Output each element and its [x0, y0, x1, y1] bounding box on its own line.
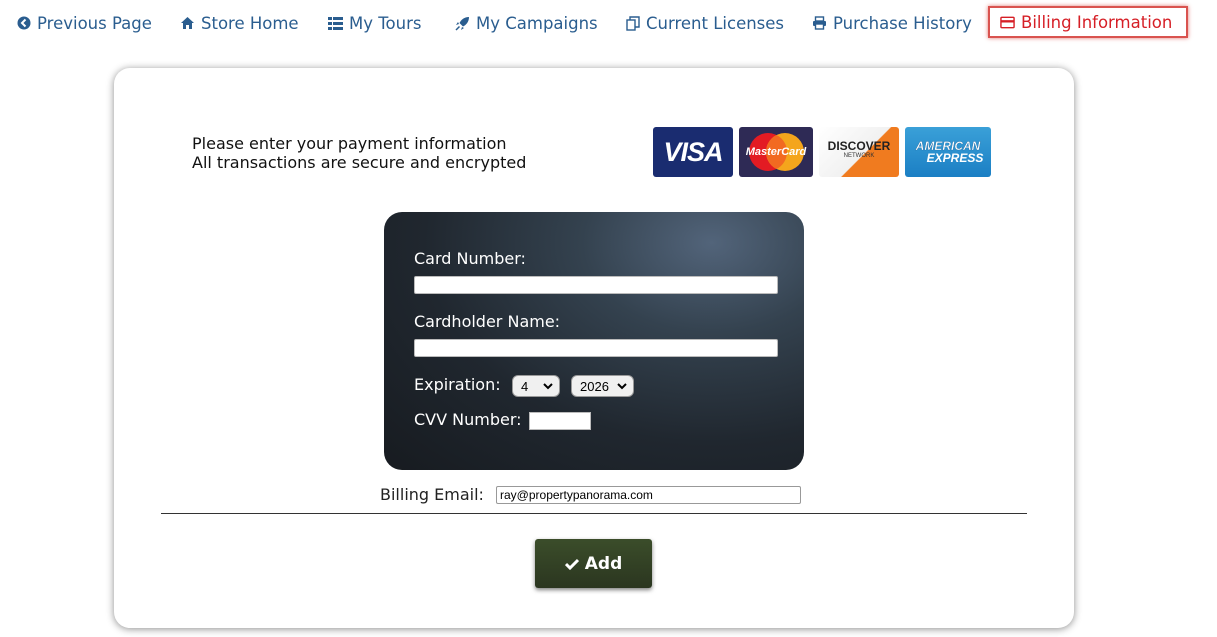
nav-my-campaigns-label: My Campaigns — [476, 13, 598, 33]
printer-icon — [812, 16, 827, 31]
discover-logo: DISCOVER NETWORK — [819, 127, 899, 177]
expiration-month-select[interactable]: 4 — [512, 375, 560, 397]
expiration-year-select[interactable]: 2026 — [571, 375, 634, 397]
circle-arrow-left-icon — [16, 16, 31, 31]
card-logos: VISA MasterCard DISCOVER NETWORK AMERICA… — [653, 127, 991, 177]
payment-subheading: All transactions are secure and encrypte… — [192, 153, 527, 172]
nav-store-home-label: Store Home — [201, 13, 299, 33]
nav-previous-page[interactable]: Previous Page — [16, 12, 152, 34]
rocket-icon — [455, 16, 470, 31]
amex-logo-line2: EXPRESS — [926, 151, 984, 165]
expiration-month-value: 4 — [521, 378, 529, 394]
nav-my-tours[interactable]: My Tours — [328, 12, 421, 34]
payment-intro: Please enter your payment information Al… — [192, 134, 526, 172]
billing-panel: Please enter your payment information Al… — [114, 68, 1074, 628]
card-details-form: Card Number: Cardholder Name: Expiration… — [384, 212, 804, 470]
nav-my-tours-label: My Tours — [349, 13, 422, 33]
expiration-year-value: 2026 — [580, 378, 609, 394]
amex-logo: AMERICAN EXPRESS — [905, 127, 991, 177]
discover-logo-subtext: NETWORK — [843, 153, 875, 159]
cardholder-name-input[interactable] — [414, 339, 778, 357]
payment-heading: Please enter your payment information — [192, 134, 507, 153]
cvv-input[interactable] — [529, 412, 591, 430]
discover-logo-text: DISCOVER — [827, 139, 891, 153]
nav-my-campaigns[interactable]: My Campaigns — [455, 12, 598, 34]
visa-logo-text: VISA — [663, 136, 723, 167]
nav-purchase-history-label: Purchase History — [833, 13, 972, 33]
nav-billing-information[interactable]: Billing Information — [988, 6, 1189, 38]
checkmark-icon — [564, 558, 579, 570]
nav-store-home[interactable]: Store Home — [180, 12, 299, 34]
mastercard-logo-text: MasterCard — [745, 146, 807, 158]
top-nav: Previous Page Store Home My Tours My Cam… — [0, 0, 1217, 46]
chevron-down-icon — [617, 383, 627, 390]
card-number-input[interactable] — [414, 276, 778, 294]
nav-current-licenses[interactable]: Current Licenses — [625, 12, 784, 34]
billing-email-label: Billing Email: — [380, 485, 484, 504]
add-button-label: Add — [584, 553, 623, 574]
list-icon — [328, 16, 343, 31]
form-divider — [161, 513, 1027, 514]
nav-previous-page-label: Previous Page — [37, 13, 152, 33]
nav-purchase-history[interactable]: Purchase History — [812, 12, 972, 34]
cardholder-name-label: Cardholder Name: — [414, 312, 561, 331]
credit-card-icon — [1000, 15, 1015, 30]
cvv-label: CVV Number: — [414, 410, 522, 429]
mastercard-logo: MasterCard — [739, 127, 813, 177]
home-icon — [180, 16, 195, 31]
expiration-label: Expiration: — [414, 375, 501, 394]
billing-email-input[interactable]: ray@propertypanorama.com — [496, 486, 801, 504]
add-button[interactable]: Add — [535, 539, 652, 588]
card-number-label: Card Number: — [414, 249, 526, 268]
nav-billing-information-label: Billing Information — [1021, 12, 1173, 32]
visa-logo: VISA — [653, 127, 733, 177]
copy-icon — [625, 15, 640, 31]
chevron-down-icon — [543, 383, 553, 390]
nav-current-licenses-label: Current Licenses — [646, 13, 785, 33]
